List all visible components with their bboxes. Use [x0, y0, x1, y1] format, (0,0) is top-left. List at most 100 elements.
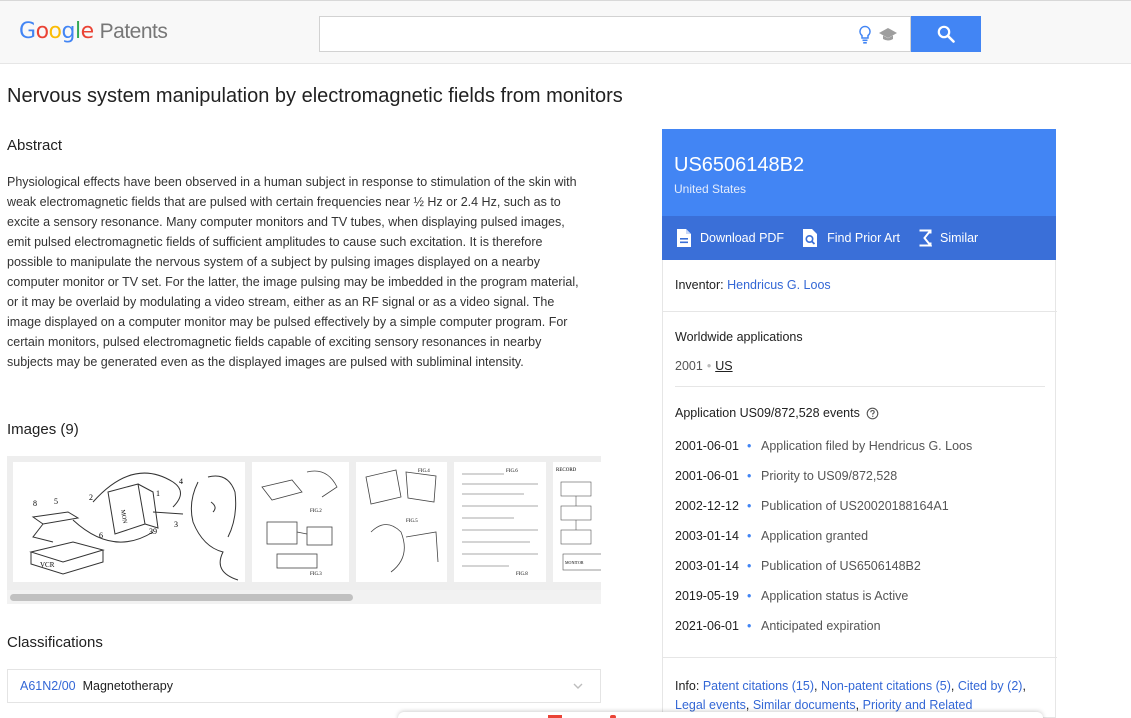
patent-drawing-thumbnail[interactable]: FIG.6 FIG.8: [454, 462, 546, 582]
legal-events-link[interactable]: Legal events: [675, 698, 746, 712]
section-divider: [663, 311, 1057, 312]
download-pdf-button[interactable]: Download PDF: [676, 228, 784, 248]
classification-code-link[interactable]: A61N2/00: [20, 679, 76, 693]
search-input[interactable]: [320, 17, 840, 51]
image-carousel[interactable]: VCR MON 8 5 2 1 4 3 39 6 FIG.2 FIG.3 FIG…: [7, 456, 601, 604]
scholar-cap-icon[interactable]: [878, 26, 898, 44]
classification-row[interactable]: A61N2/00 Magnetotherapy: [7, 669, 601, 703]
similar-button[interactable]: Similar: [918, 229, 978, 247]
find-prior-art-button[interactable]: Find Prior Art: [802, 228, 900, 248]
figure-2-drawing: FIG.2 FIG.3: [261, 470, 338, 577]
figure-1-drawing: VCR MON 8 5 2 1 4 3 39 6: [29, 472, 239, 581]
google-patents-logo[interactable]: Google Patents: [19, 19, 168, 44]
event-date: 2002-12-12: [675, 499, 739, 513]
logo-letter: e: [80, 19, 95, 44]
logo-letter: o: [48, 19, 62, 44]
thumb-label: 8: [33, 499, 37, 508]
search-button[interactable]: [911, 16, 981, 52]
event-row: 2002-12-12 • Publication of US20020188164A…: [675, 499, 949, 513]
search-box: [319, 16, 911, 52]
abstract-heading: Abstract: [7, 137, 63, 154]
worldwide-country-link[interactable]: US: [715, 359, 732, 373]
help-icon[interactable]: [866, 407, 879, 420]
worldwide-separator: •: [706, 359, 712, 373]
inventor-line: Inventor: Hendricus G. Loos: [675, 278, 831, 292]
figure-6-drawing: FIG.6 FIG.8: [462, 469, 538, 577]
thumb-label: FIG.8: [516, 572, 528, 577]
thumb-label: MON: [119, 509, 127, 524]
event-description: Application granted: [761, 529, 869, 543]
bottom-floating-bar[interactable]: [398, 712, 1043, 718]
thumb-label: 4: [179, 477, 183, 486]
inventor-label: Inventor:: [675, 278, 724, 292]
event-date: 2001-06-01: [675, 439, 739, 453]
carousel-scrollbar-thumb[interactable]: [10, 594, 353, 601]
section-divider: [675, 386, 1045, 387]
similar-label: Similar: [940, 231, 979, 245]
classification-label: Magnetotherapy: [82, 679, 173, 693]
logo-letter: o: [35, 19, 49, 44]
patent-citations-link[interactable]: Patent citations (15): [703, 679, 814, 693]
logo-letter: G: [19, 19, 36, 44]
event-description: Application filed by Hendricus G. Loos: [761, 439, 973, 453]
pdf-file-icon: [677, 229, 691, 247]
event-row: 2003-01-14 • Application granted: [675, 529, 868, 543]
event-bullet: •: [747, 529, 752, 543]
thumb-label: FIG.2: [310, 509, 322, 514]
download-pdf-label: Download PDF: [700, 231, 785, 245]
thumb-label: 5: [54, 497, 58, 506]
event-date: 2019-05-19: [675, 589, 739, 603]
worldwide-applications-title: Worldwide applications: [675, 330, 803, 344]
inventor-link[interactable]: Hendricus G. Loos: [727, 278, 831, 292]
thumb-label: 6: [99, 531, 103, 540]
event-row: 2019-05-19 • Application status is Active: [675, 589, 908, 603]
thumb-label: RECORD: [556, 468, 577, 473]
thumb-label: FIG.4: [418, 469, 430, 474]
event-date: 2003-01-14: [675, 559, 739, 573]
thumb-label: MONITOR: [565, 560, 584, 565]
images-heading: Images (9): [7, 421, 79, 438]
thumb-label: FIG.5: [406, 519, 418, 524]
sigma-icon: [919, 229, 933, 247]
search-icon: [937, 25, 955, 43]
patent-country: United States: [674, 182, 747, 196]
event-bullet: •: [747, 439, 752, 453]
thumb-label: 39: [149, 527, 157, 536]
patent-details-panel: Inventor: Hendricus G. Loos Worldwide ap…: [662, 260, 1057, 718]
patent-drawing-thumbnail[interactable]: FIG.2 FIG.3: [252, 462, 349, 582]
patent-number: US6506148B2: [674, 154, 805, 176]
patent-summary-card: US6506148B2 United States Download PDF F…: [662, 129, 1056, 260]
find-prior-art-label: Find Prior Art: [827, 231, 901, 245]
lightbulb-icon[interactable]: [857, 25, 873, 45]
similar-documents-link[interactable]: Similar documents: [753, 698, 856, 712]
worldwide-year: 2001: [675, 359, 703, 373]
thumb-label: 2: [89, 493, 93, 502]
prior-art-search-icon: [803, 229, 818, 247]
event-description: Publication of US6506148B2: [761, 559, 921, 573]
event-row: 2003-01-14 • Publication of US6506148B2: [675, 559, 921, 573]
chevron-down-icon[interactable]: [572, 681, 584, 691]
thumb-label: VCR: [40, 561, 55, 569]
non-patent-citations-link[interactable]: Non-patent citations (5): [821, 679, 951, 693]
event-bullet: •: [747, 499, 752, 513]
event-description: Anticipated expiration: [761, 619, 881, 633]
event-description: Priority to US09/872,528: [761, 469, 898, 483]
section-divider: [663, 657, 1057, 658]
thumb-label: FIG.6: [506, 469, 518, 474]
patent-drawing-thumbnail[interactable]: RECORD MONITOR: [553, 462, 601, 582]
cited-by-link[interactable]: Cited by (2): [958, 679, 1023, 693]
event-date: 2001-06-01: [675, 469, 739, 483]
carousel-scrollbar[interactable]: [7, 590, 601, 604]
event-bullet: •: [747, 619, 752, 633]
event-row: 2001-06-01 • Application filed by Hendricu…: [675, 439, 972, 453]
info-label: Info:: [675, 679, 700, 693]
patent-drawing-thumbnail[interactable]: FIG.4 FIG.5: [356, 462, 447, 582]
worldwide-application-row: 2001 • US: [675, 359, 733, 373]
patent-drawing-thumbnail[interactable]: VCR MON 8 5 2 1 4 3 39 6: [13, 462, 245, 582]
event-bullet: •: [747, 469, 752, 483]
events-title-text: Application US09/872,528 events: [675, 406, 860, 420]
figure-4-drawing: FIG.4 FIG.5: [365, 469, 439, 573]
top-bar: Google Patents: [0, 0, 1131, 64]
event-date: 2003-01-14: [675, 529, 739, 543]
priority-related-link[interactable]: Priority and Related: [863, 698, 973, 712]
